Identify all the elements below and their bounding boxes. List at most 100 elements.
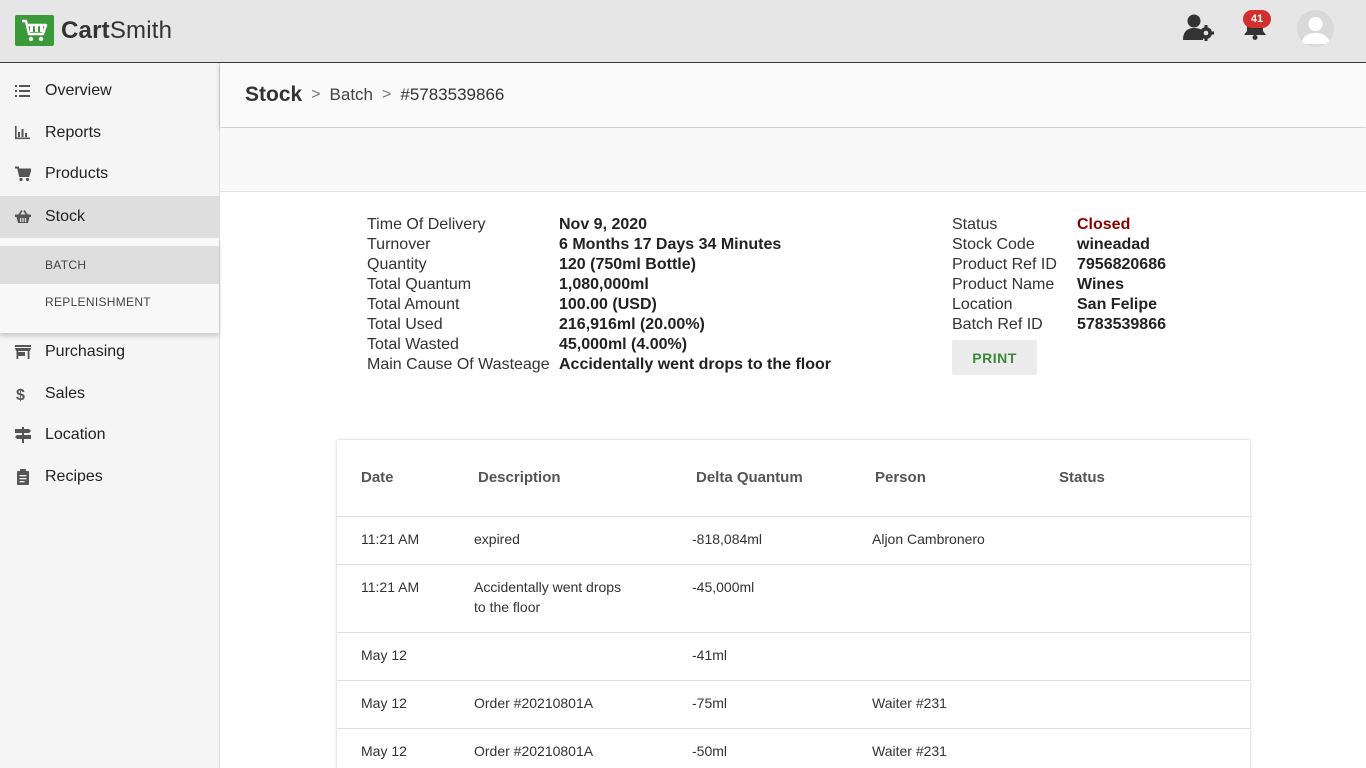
table-row[interactable]: May 12 Order #20210801A -50ml Waiter #23… <box>337 728 1250 768</box>
sidebar-item-reports[interactable]: Reports <box>0 112 219 154</box>
column-header-person[interactable]: Person <box>875 469 926 486</box>
cell-delta: -75ml <box>692 695 728 711</box>
sidebar-item-location[interactable]: Location <box>0 414 219 456</box>
sidebar-subitem-label: BATCH <box>45 258 87 272</box>
cell-date: 11:21 AM <box>361 531 420 547</box>
detail-value: 45,000ml (4.00%) <box>559 336 688 353</box>
cell-description: Order #20210801A <box>474 695 594 711</box>
detail-value: Accidentally went drops to the floor <box>559 356 832 373</box>
detail-value: wineadad <box>1077 236 1150 253</box>
detail-label: Location <box>952 296 1013 313</box>
cell-date: May 12 <box>361 647 407 663</box>
detail-label: Batch Ref ID <box>952 316 1043 333</box>
sidebar-item-overview[interactable]: Overview <box>0 70 219 112</box>
sidebar-item-label: Recipes <box>45 468 103 485</box>
sidebar-item-label: Sales <box>45 385 86 402</box>
sidebar-item-purchasing[interactable]: Purchasing <box>0 331 219 373</box>
cart-logo-icon <box>15 15 54 46</box>
table-row[interactable]: May 12 Order #20210801A -75ml Waiter #23… <box>337 680 1250 728</box>
user-avatar[interactable] <box>1297 10 1334 47</box>
sidebar-item-sales[interactable]: $ Sales <box>0 373 219 415</box>
cell-date: May 12 <box>361 695 407 711</box>
cell-description-cont: to the floor <box>474 599 541 615</box>
cell-date: May 12 <box>361 743 407 759</box>
svg-text:$: $ <box>16 387 25 402</box>
cell-description: expired <box>474 531 520 547</box>
detail-label: Main Cause Of Wasteage <box>367 356 550 373</box>
detail-label: Total Used <box>367 316 443 333</box>
app-brand-name: CartSmith <box>61 16 173 44</box>
cart-icon <box>15 166 32 182</box>
cell-person: Waiter #231 <box>872 743 947 759</box>
cell-description: Accidentally went drops <box>474 579 622 595</box>
cell-person: Aljon Cambronero <box>872 531 985 547</box>
table-row[interactable]: May 12 -41ml <box>337 632 1250 680</box>
sidebar-item-label: Products <box>45 165 109 182</box>
table-row[interactable]: 11:21 AM expired -818,084ml Aljon Cambro… <box>337 516 1250 564</box>
sidebar-item-label: Overview <box>45 82 112 99</box>
detail-label: Total Quantum <box>367 276 472 293</box>
batch-history-table: Date Description Delta Quantum Person St… <box>337 440 1250 768</box>
basket-icon <box>15 209 31 225</box>
detail-value: 100.00 (USD) <box>559 296 657 313</box>
sidebar-item-label: Location <box>45 426 106 443</box>
sidebar-item-recipes[interactable]: Recipes <box>0 456 219 498</box>
detail-value: Wines <box>1077 276 1124 293</box>
breadcrumb-stock[interactable]: Stock <box>245 83 302 107</box>
sidebar-subitem-replenishment[interactable]: REPLENISHMENT <box>0 283 219 321</box>
column-header-delta-quantum[interactable]: Delta Quantum <box>696 469 803 486</box>
column-header-description[interactable]: Description <box>478 469 561 486</box>
bar-chart-icon <box>15 125 31 141</box>
detail-label: Product Ref ID <box>952 256 1057 273</box>
detail-label: Stock Code <box>952 236 1035 253</box>
sidebar-subitem-batch[interactable]: BATCH <box>0 246 219 284</box>
print-button[interactable]: PRINT <box>952 340 1037 375</box>
detail-label: Product Name <box>952 276 1055 293</box>
breadcrumb-batch[interactable]: Batch <box>330 85 373 105</box>
detail-value: 1,080,000ml <box>559 276 649 293</box>
list-icon <box>15 83 31 99</box>
breadcrumb-separator: > <box>311 86 321 103</box>
detail-label: Turnover <box>367 236 431 253</box>
dollar-icon: $ <box>15 386 31 404</box>
stock-submenu: BATCH REPLENISHMENT <box>0 238 219 333</box>
cell-description: Order #20210801A <box>474 743 594 759</box>
detail-label: Time Of Delivery <box>367 216 486 233</box>
sidebar-subitem-label: REPLENISHMENT <box>45 295 151 309</box>
column-header-status[interactable]: Status <box>1059 469 1105 486</box>
cell-delta: -45,000ml <box>692 579 755 595</box>
signpost-icon <box>15 427 31 443</box>
detail-label: Total Wasted <box>367 336 459 353</box>
cell-person: Waiter #231 <box>872 695 947 711</box>
cell-date: 11:21 AM <box>361 579 420 595</box>
detail-value: 120 (750ml Bottle) <box>559 256 696 273</box>
column-header-date[interactable]: Date <box>361 469 394 486</box>
notification-count-badge: 41 <box>1243 10 1271 28</box>
sidebar-item-stock[interactable]: Stock <box>0 196 219 238</box>
app-logo[interactable]: CartSmith <box>15 15 172 46</box>
sidebar-item-products[interactable]: Products <box>0 153 219 195</box>
breadcrumb-separator: > <box>382 86 392 103</box>
detail-value: Nov 9, 2020 <box>559 216 648 233</box>
cell-delta: -818,084ml <box>692 531 763 547</box>
sidebar: Overview Reports Products Stock BATCH RE… <box>0 63 220 768</box>
toolbar-strip <box>220 128 1366 192</box>
cell-delta: -41ml <box>692 647 728 663</box>
detail-label: Status <box>952 216 998 233</box>
status-value: Closed <box>1077 216 1131 233</box>
table-row[interactable]: 11:21 AM Accidentally went drops to the … <box>337 564 1250 632</box>
sidebar-item-label: Stock <box>45 208 86 225</box>
sidebar-item-label: Purchasing <box>45 343 126 360</box>
cell-delta: -50ml <box>692 743 728 759</box>
detail-value: 6 Months 17 Days 34 Minutes <box>559 236 782 253</box>
detail-value: San Felipe <box>1077 296 1158 313</box>
detail-label: Quantity <box>367 256 427 273</box>
top-bar: CartSmith 41 <box>0 0 1366 63</box>
store-icon <box>15 344 31 360</box>
breadcrumb: Stock > Batch > #5783539866 <box>220 63 1366 127</box>
sidebar-item-label: Reports <box>45 124 102 141</box>
detail-label: Total Amount <box>367 296 460 313</box>
breadcrumb-current-batch: #5783539866 <box>400 85 505 104</box>
detail-value: 7956820686 <box>1077 256 1166 273</box>
user-settings-icon[interactable] <box>1183 13 1217 48</box>
